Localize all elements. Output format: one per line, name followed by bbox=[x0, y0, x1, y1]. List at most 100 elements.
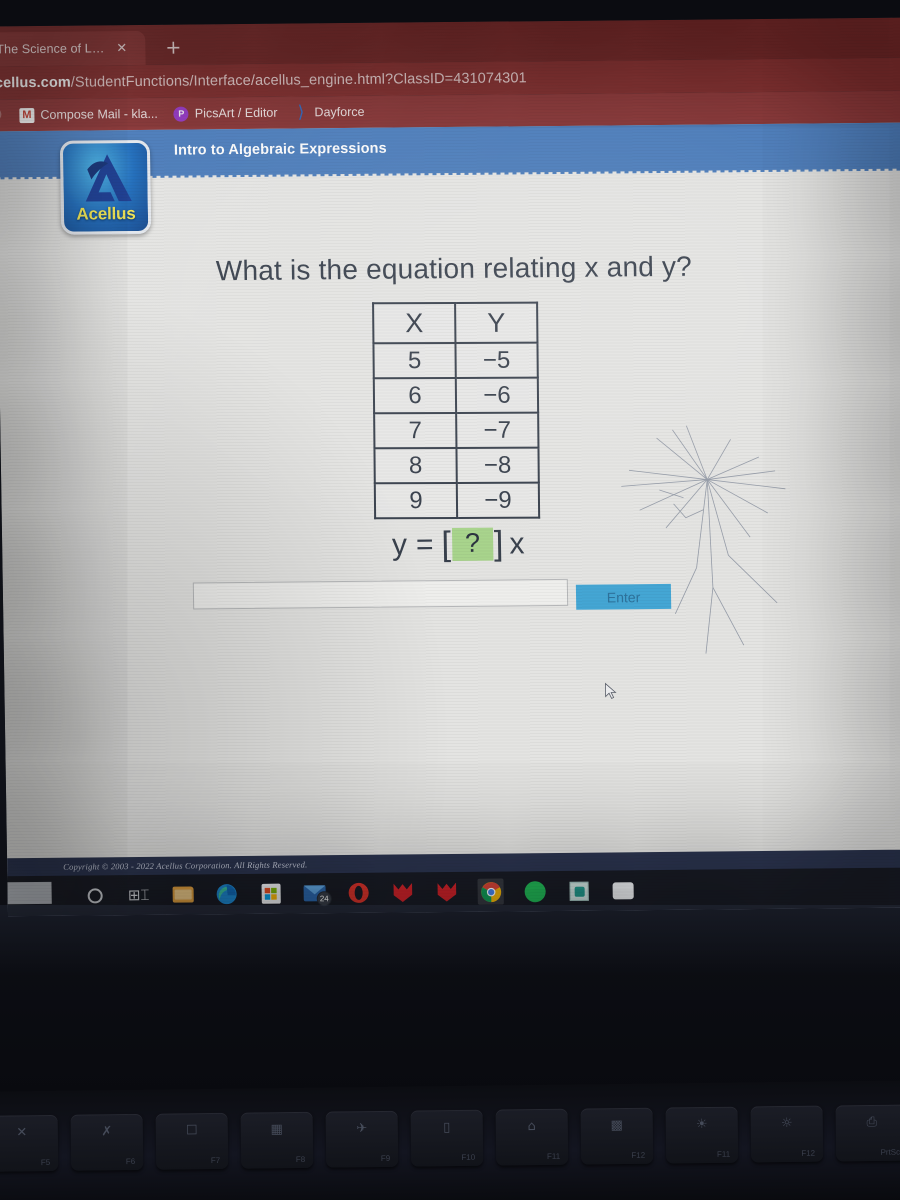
laptop-keyboard: ✕ F5 ✗ F6 ☐ F7 ▦ F8 ✈ F9 ▯ F10 ⌂ F11 ▩ F12 ☀ F11 … bbox=[0, 1080, 900, 1200]
laptop-photo: The Science of Learning ✕ + cellus.com/S… bbox=[0, 0, 900, 1200]
tab-title: The Science of Learning bbox=[0, 41, 109, 57]
dayforce-icon: ⟩ bbox=[297, 102, 305, 123]
key-label: PrtSc bbox=[880, 1147, 900, 1157]
bookmark-apps-icon[interactable] bbox=[0, 107, 2, 122]
key-f6[interactable]: ✗ F6 bbox=[70, 1113, 144, 1171]
table-row: 5 −5 bbox=[373, 342, 538, 379]
laptop-base-glow bbox=[0, 905, 900, 975]
bracket-close: ] bbox=[493, 524, 504, 563]
microsoft-store-icon[interactable] bbox=[257, 881, 283, 907]
table-row: 6 −6 bbox=[373, 377, 539, 414]
bookmark-label: Compose Mail - kla... bbox=[40, 106, 158, 122]
key-f9[interactable]: ✈ F9 bbox=[325, 1110, 399, 1168]
cell-x: 7 bbox=[374, 412, 457, 449]
cell-y: −9 bbox=[456, 482, 540, 518]
lesson-title: Intro to Algebraic Expressions bbox=[173, 140, 387, 159]
bookmark-label: Dayforce bbox=[314, 104, 365, 120]
key-f11[interactable]: ⌂ F11 bbox=[495, 1108, 569, 1166]
bookmark-dayforce[interactable]: ⟩ Dayforce bbox=[293, 102, 365, 123]
white-app-icon[interactable] bbox=[609, 877, 635, 903]
teal-app-icon[interactable] bbox=[565, 878, 591, 904]
key-glyph: ⎙ bbox=[866, 1114, 878, 1131]
mouse-cursor bbox=[604, 682, 617, 700]
key-glyph: ✈ bbox=[356, 1121, 368, 1137]
opera-icon[interactable] bbox=[345, 880, 371, 906]
question-text: What is the equation relating x and y? bbox=[215, 250, 693, 287]
start-button[interactable] bbox=[0, 881, 52, 905]
table-row: 9 −9 bbox=[374, 482, 540, 519]
mcafee-webadvisor-icon[interactable] bbox=[433, 879, 459, 905]
key-label: F12 bbox=[631, 1150, 646, 1160]
cell-x: 9 bbox=[374, 482, 458, 519]
laptop-screen: The Science of Learning ✕ + cellus.com/S… bbox=[0, 17, 900, 917]
key-glyph: ▯ bbox=[443, 1120, 451, 1136]
key-label: F9 bbox=[380, 1153, 391, 1163]
key-f12[interactable]: ▩ F12 bbox=[580, 1107, 654, 1165]
cell-y: −8 bbox=[456, 447, 539, 483]
equation-equals: = bbox=[415, 527, 434, 561]
column-header-x: X bbox=[373, 302, 456, 344]
picsart-icon: P bbox=[173, 106, 189, 122]
key-label: F8 bbox=[295, 1154, 306, 1165]
answer-input[interactable] bbox=[192, 578, 569, 610]
key-glyph: ☀ bbox=[695, 1116, 708, 1133]
key-label: F6 bbox=[125, 1156, 136, 1167]
key-label: F10 bbox=[461, 1152, 476, 1162]
column-header-y: Y bbox=[455, 302, 538, 343]
google-chrome-icon[interactable] bbox=[477, 878, 504, 905]
spotify-icon[interactable] bbox=[521, 878, 547, 904]
xy-data-table: X Y 5 −5 6 −6 7 −7 8 −8 9 −9 bbox=[372, 302, 540, 520]
key-f5[interactable]: ✕ F5 bbox=[0, 1114, 59, 1172]
cell-x: 6 bbox=[373, 377, 457, 414]
equation-variable: x bbox=[509, 526, 525, 560]
new-tab-icon[interactable]: + bbox=[160, 35, 186, 61]
browser-tab[interactable]: The Science of Learning ✕ bbox=[0, 30, 146, 67]
table-row: 7 −7 bbox=[374, 412, 539, 449]
equation-lhs: y bbox=[391, 527, 408, 562]
key-glyph: ✕ bbox=[16, 1125, 28, 1141]
equation-prompt: y = [ ? ] x bbox=[2, 521, 900, 569]
key-label: F7 bbox=[210, 1155, 221, 1166]
close-icon[interactable]: ✕ bbox=[116, 41, 127, 56]
key-glyph: ▦ bbox=[270, 1122, 284, 1138]
cell-y: −6 bbox=[455, 377, 539, 413]
function-key-row: ✕ F5 ✗ F6 ☐ F7 ▦ F8 ✈ F9 ▯ F10 ⌂ F11 ▩ F12 ☀ F11 … bbox=[0, 1104, 900, 1178]
key-glyph: ⌂ bbox=[527, 1119, 536, 1135]
cell-y: −7 bbox=[456, 412, 539, 448]
key-label: F11 bbox=[716, 1149, 731, 1159]
key-glyph: ▩ bbox=[610, 1118, 624, 1134]
table-header-row: X Y bbox=[373, 302, 538, 344]
key-glyph: ☼ bbox=[780, 1115, 793, 1132]
url-domain: cellus.com bbox=[0, 74, 71, 91]
key-label: F5 bbox=[40, 1158, 51, 1168]
acellus-page: Intro to Algebraic Expressions Acellus W… bbox=[0, 122, 900, 917]
copyright-text: Copyright © 2003 - 2022 Acellus Corporat… bbox=[63, 859, 308, 872]
enter-button[interactable]: Enter bbox=[575, 583, 672, 610]
bookmark-picsart[interactable]: P PicsArt / Editor bbox=[173, 105, 278, 122]
url-path: /StudentFunctions/Interface/acellus_engi… bbox=[70, 69, 527, 91]
key-f8[interactable]: ▦ F8 bbox=[240, 1111, 314, 1169]
answer-placeholder-box[interactable]: ? bbox=[451, 527, 494, 561]
microsoft-edge-icon[interactable] bbox=[213, 881, 239, 907]
key-glyph: ✗ bbox=[101, 1124, 113, 1140]
cell-x: 8 bbox=[374, 447, 457, 484]
key-print-screen[interactable]: ⎙ PrtSc bbox=[835, 1104, 900, 1162]
cell-x: 5 bbox=[373, 342, 456, 379]
mail-icon[interactable]: 24 bbox=[301, 880, 332, 907]
key-f10[interactable]: ▯ F10 bbox=[410, 1109, 484, 1167]
key-label: F12 bbox=[801, 1148, 816, 1158]
bookmark-compose-mail[interactable]: M Compose Mail - kla... bbox=[19, 106, 158, 123]
key-brightness-up[interactable]: ☼ F12 bbox=[750, 1105, 824, 1163]
key-label: F11 bbox=[546, 1151, 561, 1161]
key-brightness-down[interactable]: ☀ F11 bbox=[665, 1106, 739, 1164]
key-f7[interactable]: ☐ F7 bbox=[155, 1112, 229, 1170]
lesson-content: What is the equation relating x and y? X… bbox=[0, 171, 900, 859]
mcafee-icon[interactable] bbox=[389, 879, 415, 905]
cell-y: −5 bbox=[455, 342, 538, 378]
gmail-icon: M bbox=[19, 107, 35, 123]
file-explorer-icon[interactable] bbox=[169, 881, 195, 907]
table-row: 8 −8 bbox=[374, 447, 539, 484]
answer-row: Enter bbox=[3, 576, 900, 617]
url-text: cellus.com/StudentFunctions/Interface/ac… bbox=[0, 70, 527, 91]
bracket-open: [ bbox=[441, 525, 452, 564]
